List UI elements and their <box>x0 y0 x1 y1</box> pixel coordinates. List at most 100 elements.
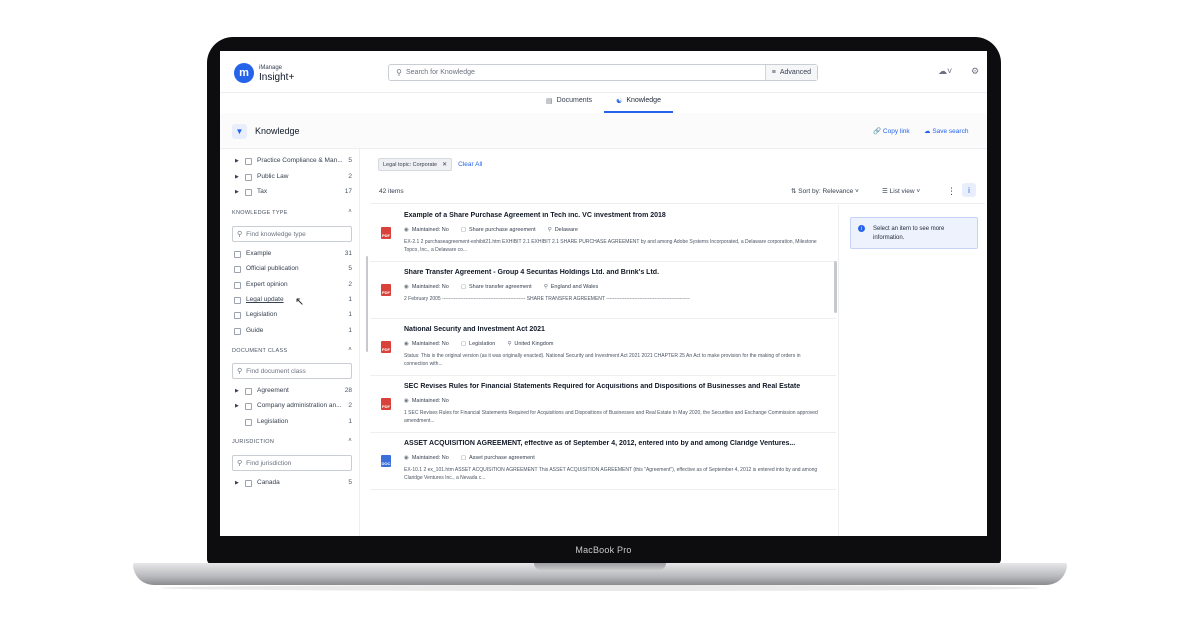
facet-count: 1 <box>348 418 352 425</box>
search-icon: ⚲ <box>237 460 243 467</box>
maintained-label: Maintained: No <box>411 341 449 347</box>
view-dropdown[interactable]: ☰ List view ˅ <box>882 187 920 195</box>
search-icon: ⚲ <box>396 68 402 77</box>
facet-row[interactable]: ▶ Tax 17 <box>220 186 359 200</box>
page-title: Knowledge <box>255 126 300 136</box>
section-knowledge-type[interactable]: KNOWLEDGE TYPE ˄ <box>232 209 352 216</box>
top-bar: m iManage Insight+ ⚲ Search for Knowledg… <box>220 51 987 93</box>
result-title[interactable]: ASSET ACQUISITION AGREEMENT, effective a… <box>404 440 824 447</box>
pdf-file-icon: PDF <box>381 341 391 353</box>
checkbox[interactable] <box>234 328 241 335</box>
search-icon: ⚲ <box>237 231 243 238</box>
info-panel-button[interactable]: i <box>962 183 976 197</box>
facet-row[interactable]: Guide 1 <box>220 325 359 339</box>
facet-row[interactable]: Legislation 1 <box>220 416 359 430</box>
remove-chip-icon[interactable]: ✕ <box>442 161 447 168</box>
facet-row[interactable]: ▶ Practice Compliance & Man... 5 <box>220 155 359 169</box>
tag-icon: ▢ <box>460 284 467 290</box>
search-bar[interactable]: ⚲ Search for Knowledge ≡ Advanced <box>388 64 818 81</box>
result-item[interactable]: PDF Example of a Share Purchase Agreemen… <box>370 205 836 262</box>
facet-count: 5 <box>348 265 352 272</box>
result-item[interactable]: DOC ASSET ACQUISITION AGREEMENT, effecti… <box>370 433 836 490</box>
clear-all-link[interactable]: Clear All <box>458 161 482 168</box>
expand-arrow-icon[interactable]: ▶ <box>235 388 239 394</box>
facet-label: Tax <box>257 188 268 195</box>
expand-arrow-icon[interactable]: ▶ <box>235 480 239 486</box>
sliders-icon: ≡ <box>771 69 776 76</box>
checkbox[interactable] <box>245 189 252 196</box>
facet-row[interactable]: Official publication 5 <box>220 263 359 277</box>
facet-row[interactable]: ▶ Canada 5 <box>220 477 359 491</box>
settings-icon[interactable]: ⚙ <box>971 66 979 77</box>
section-title: JURISDICTION <box>232 439 275 445</box>
more-options-icon[interactable]: ⋮ <box>947 186 956 197</box>
sort-dropdown[interactable]: ⇅ Sort by: Relevance ˅ <box>791 187 859 195</box>
save-search-button[interactable]: ☁ Save search <box>924 127 968 135</box>
collapse-icon[interactable]: ˄ <box>348 438 352 444</box>
tag-label: Share purchase agreement <box>469 227 536 233</box>
sidebar-scrollbar[interactable] <box>366 256 368 352</box>
collapse-icon[interactable]: ˄ <box>348 347 352 353</box>
copy-link-label: Copy link <box>882 128 910 135</box>
list-icon: ☰ <box>882 188 888 195</box>
copy-link-button[interactable]: 🔗 Copy link <box>873 127 910 135</box>
maintained-icon: ◉ <box>404 398 409 404</box>
search-input[interactable]: Search for Knowledge <box>406 69 765 76</box>
facet-count: 17 <box>344 188 352 195</box>
sort-icon: ⇅ <box>791 188 797 195</box>
result-item[interactable]: PDF Share Transfer Agreement - Group 4 S… <box>370 262 836 319</box>
section-jurisdiction[interactable]: JURISDICTION ˄ <box>232 438 352 445</box>
checkbox[interactable] <box>234 266 241 273</box>
tab-knowledge[interactable]: ☯ Knowledge <box>604 93 673 113</box>
facet-row[interactable]: Legislation 1 <box>220 309 359 323</box>
result-title[interactable]: Example of a Share Purchase Agreement in… <box>404 212 824 219</box>
facet-row[interactable]: Expert opinion 2 <box>220 279 359 293</box>
result-item[interactable]: PDF SEC Revises Rules for Financial Stat… <box>370 376 836 433</box>
checkbox[interactable] <box>245 388 252 395</box>
result-title[interactable]: SEC Revises Rules for Financial Statemen… <box>404 383 824 390</box>
view-tabs: ▤ Documents ☯ Knowledge <box>220 93 987 113</box>
collapse-icon[interactable]: ˄ <box>348 209 352 215</box>
checkbox[interactable] <box>234 282 241 289</box>
filter-chip[interactable]: Legal topic: Corporate ✕ <box>378 158 453 171</box>
advanced-button[interactable]: ≡ Advanced <box>764 65 817 80</box>
result-meta: ◉ Maintained: No <box>404 398 461 404</box>
app-logo[interactable]: m iManage Insight+ <box>234 63 294 83</box>
expand-arrow-icon[interactable]: ▶ <box>235 158 239 164</box>
expand-arrow-icon[interactable]: ▶ <box>235 403 239 409</box>
jurisdiction-search[interactable]: ⚲ Find jurisdiction <box>232 455 352 471</box>
expand-arrow-icon[interactable]: ▶ <box>235 174 239 180</box>
checkbox[interactable] <box>245 158 252 165</box>
filter-toggle-button[interactable]: ▼ <box>232 124 247 139</box>
facet-row[interactable]: ▶ Company administration an... 2 <box>220 400 359 414</box>
checkbox[interactable] <box>234 297 241 304</box>
result-title[interactable]: National Security and Investment Act 202… <box>404 326 824 333</box>
result-item-partial[interactable] <box>370 490 836 536</box>
facet-row[interactable]: ▶ Public Law 2 <box>220 171 359 185</box>
result-title[interactable]: Share Transfer Agreement - Group 4 Secur… <box>404 269 824 276</box>
result-item[interactable]: PDF National Security and Investment Act… <box>370 319 836 376</box>
checkbox[interactable] <box>234 251 241 258</box>
tab-documents[interactable]: ▤ Documents <box>534 93 604 113</box>
pdf-file-icon: PDF <box>381 284 391 296</box>
checkbox[interactable] <box>234 312 241 319</box>
chevron-down-icon: ˅ <box>916 188 921 195</box>
checkbox[interactable] <box>245 403 252 410</box>
pdf-file-icon: PDF <box>381 398 391 410</box>
knowledge-type-search[interactable]: ⚲ Find knowledge type <box>232 226 352 242</box>
expand-arrow-icon[interactable]: ▶ <box>235 189 239 195</box>
facet-row[interactable]: Legal update 1 <box>220 294 359 308</box>
facet-row[interactable]: Example 31 <box>220 248 359 262</box>
cloud-menu-icon[interactable]: ☁˅ <box>938 66 952 77</box>
results-scrollbar[interactable] <box>834 261 837 313</box>
checkbox[interactable] <box>245 419 252 426</box>
checkbox[interactable] <box>245 174 252 181</box>
maintained-label: Maintained: No <box>411 227 449 233</box>
info-icon: i <box>968 185 970 195</box>
checkbox[interactable] <box>245 480 252 487</box>
facet-row[interactable]: ▶ Agreement 28 <box>220 385 359 399</box>
facet-label: Company administration an... <box>257 402 342 409</box>
section-document-class[interactable]: DOCUMENT CLASS ˄ <box>232 347 352 354</box>
document-class-search[interactable]: ⚲ Find document class <box>232 363 352 379</box>
facet-label: Official publication <box>246 265 299 272</box>
